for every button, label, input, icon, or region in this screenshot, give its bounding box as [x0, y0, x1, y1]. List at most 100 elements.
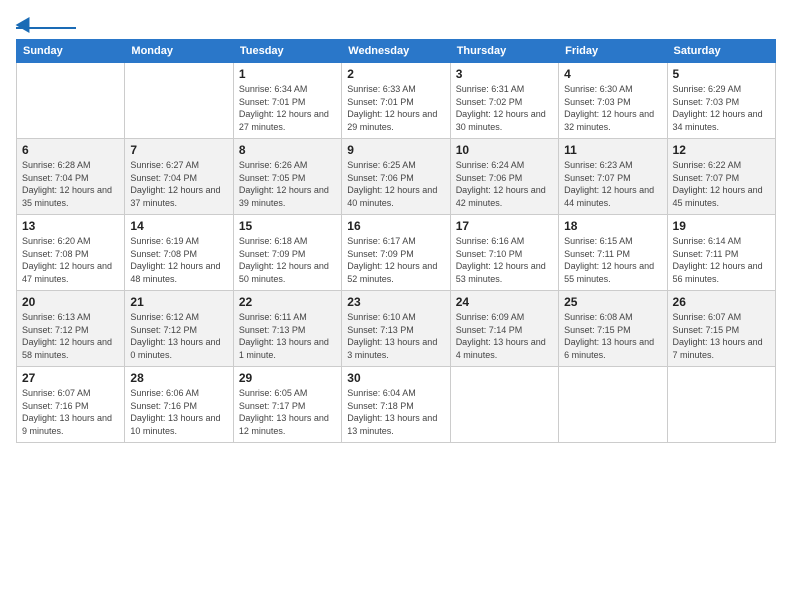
- logo-triangle-icon: [16, 13, 37, 33]
- day-info: Sunrise: 6:23 AMSunset: 7:07 PMDaylight:…: [564, 159, 661, 209]
- table-row: 8 Sunrise: 6:26 AMSunset: 7:05 PMDaylight…: [233, 139, 341, 215]
- header: [16, 16, 776, 29]
- table-row: 10 Sunrise: 6:24 AMSunset: 7:06 PMDayligh…: [450, 139, 558, 215]
- table-row: 5 Sunrise: 6:29 AMSunset: 7:03 PMDaylight…: [667, 63, 775, 139]
- day-info: Sunrise: 6:27 AMSunset: 7:04 PMDaylight:…: [130, 159, 227, 209]
- table-row: 7 Sunrise: 6:27 AMSunset: 7:04 PMDaylight…: [125, 139, 233, 215]
- table-row: 4 Sunrise: 6:30 AMSunset: 7:03 PMDaylight…: [559, 63, 667, 139]
- day-header-tuesday: Tuesday: [233, 40, 341, 63]
- day-info: Sunrise: 6:30 AMSunset: 7:03 PMDaylight:…: [564, 83, 661, 133]
- day-number: 5: [673, 67, 770, 81]
- day-number: 29: [239, 371, 336, 385]
- calendar-week-row: 27 Sunrise: 6:07 AMSunset: 7:16 PMDayligh…: [17, 367, 776, 443]
- table-row: 30 Sunrise: 6:04 AMSunset: 7:18 PMDayligh…: [342, 367, 450, 443]
- day-number: 23: [347, 295, 444, 309]
- table-row: 13 Sunrise: 6:20 AMSunset: 7:08 PMDayligh…: [17, 215, 125, 291]
- table-row: 19Sunrise: 6:14 AMSunset: 7:11 PMDayligh…: [667, 215, 775, 291]
- day-info: Sunrise: 6:28 AMSunset: 7:04 PMDaylight:…: [22, 159, 119, 209]
- day-info: Sunrise: 6:08 AMSunset: 7:15 PMDaylight:…: [564, 311, 661, 361]
- day-info: Sunrise: 6:20 AMSunset: 7:08 PMDaylight:…: [22, 235, 119, 285]
- day-info: Sunrise: 6:07 AMSunset: 7:16 PMDaylight:…: [22, 387, 119, 437]
- day-header-sunday: Sunday: [17, 40, 125, 63]
- table-row: 3Sunrise: 6:31 AMSunset: 7:02 PMDaylight…: [450, 63, 558, 139]
- day-info: Sunrise: 6:31 AMSunset: 7:02 PMDaylight:…: [456, 83, 553, 133]
- day-info: Sunrise: 6:06 AMSunset: 7:16 PMDaylight:…: [130, 387, 227, 437]
- day-number: 21: [130, 295, 227, 309]
- day-info: Sunrise: 6:04 AMSunset: 7:18 PMDaylight:…: [347, 387, 444, 437]
- day-info: Sunrise: 6:26 AMSunset: 7:05 PMDaylight:…: [239, 159, 336, 209]
- table-row: 21 Sunrise: 6:12 AMSunset: 7:12 PMDayligh…: [125, 291, 233, 367]
- logo: [16, 16, 76, 29]
- day-info: Sunrise: 6:25 AMSunset: 7:06 PMDaylight:…: [347, 159, 444, 209]
- table-row: 2 Sunrise: 6:33 AMSunset: 7:01 PMDaylight…: [342, 63, 450, 139]
- day-number: 16: [347, 219, 444, 233]
- table-row: 22Sunrise: 6:11 AMSunset: 7:13 PMDayligh…: [233, 291, 341, 367]
- day-number: 20: [22, 295, 119, 309]
- day-number: 15: [239, 219, 336, 233]
- day-number: 2: [347, 67, 444, 81]
- calendar-header-row: SundayMondayTuesdayWednesdayThursdayFrid…: [17, 40, 776, 63]
- table-row: 9 Sunrise: 6:25 AMSunset: 7:06 PMDaylight…: [342, 139, 450, 215]
- table-row: 16 Sunrise: 6:17 AMSunset: 7:09 PMDayligh…: [342, 215, 450, 291]
- day-number: 7: [130, 143, 227, 157]
- table-row: 1 Sunrise: 6:34 AMSunset: 7:01 PMDaylight…: [233, 63, 341, 139]
- day-info: Sunrise: 6:22 AMSunset: 7:07 PMDaylight:…: [673, 159, 770, 209]
- table-row: 11 Sunrise: 6:23 AMSunset: 7:07 PMDayligh…: [559, 139, 667, 215]
- day-number: 22: [239, 295, 336, 309]
- day-info: Sunrise: 6:15 AMSunset: 7:11 PMDaylight:…: [564, 235, 661, 285]
- day-number: 24: [456, 295, 553, 309]
- day-info: Sunrise: 6:12 AMSunset: 7:12 PMDaylight:…: [130, 311, 227, 361]
- day-number: 11: [564, 143, 661, 157]
- day-header-wednesday: Wednesday: [342, 40, 450, 63]
- day-number: 4: [564, 67, 661, 81]
- day-info: Sunrise: 6:09 AMSunset: 7:14 PMDaylight:…: [456, 311, 553, 361]
- table-row: [125, 63, 233, 139]
- day-info: Sunrise: 6:33 AMSunset: 7:01 PMDaylight:…: [347, 83, 444, 133]
- day-info: Sunrise: 6:29 AMSunset: 7:03 PMDaylight:…: [673, 83, 770, 133]
- table-row: 6 Sunrise: 6:28 AMSunset: 7:04 PMDaylight…: [17, 139, 125, 215]
- day-number: 27: [22, 371, 119, 385]
- day-header-saturday: Saturday: [667, 40, 775, 63]
- day-number: 10: [456, 143, 553, 157]
- table-row: 12 Sunrise: 6:22 AMSunset: 7:07 PMDayligh…: [667, 139, 775, 215]
- day-info: Sunrise: 6:13 AMSunset: 7:12 PMDaylight:…: [22, 311, 119, 361]
- table-row: 14Sunrise: 6:19 AMSunset: 7:08 PMDayligh…: [125, 215, 233, 291]
- table-row: 25 Sunrise: 6:08 AMSunset: 7:15 PMDayligh…: [559, 291, 667, 367]
- calendar-table: SundayMondayTuesdayWednesdayThursdayFrid…: [16, 39, 776, 443]
- day-number: 19: [673, 219, 770, 233]
- day-info: Sunrise: 6:17 AMSunset: 7:09 PMDaylight:…: [347, 235, 444, 285]
- table-row: 15Sunrise: 6:18 AMSunset: 7:09 PMDayligh…: [233, 215, 341, 291]
- calendar-week-row: 20 Sunrise: 6:13 AMSunset: 7:12 PMDayligh…: [17, 291, 776, 367]
- day-header-thursday: Thursday: [450, 40, 558, 63]
- day-info: Sunrise: 6:19 AMSunset: 7:08 PMDaylight:…: [130, 235, 227, 285]
- table-row: [559, 367, 667, 443]
- table-row: [17, 63, 125, 139]
- day-number: 9: [347, 143, 444, 157]
- day-number: 25: [564, 295, 661, 309]
- day-number: 1: [239, 67, 336, 81]
- day-info: Sunrise: 6:34 AMSunset: 7:01 PMDaylight:…: [239, 83, 336, 133]
- table-row: 28 Sunrise: 6:06 AMSunset: 7:16 PMDayligh…: [125, 367, 233, 443]
- calendar-week-row: 1 Sunrise: 6:34 AMSunset: 7:01 PMDaylight…: [17, 63, 776, 139]
- table-row: 18 Sunrise: 6:15 AMSunset: 7:11 PMDayligh…: [559, 215, 667, 291]
- table-row: 17 Sunrise: 6:16 AMSunset: 7:10 PMDayligh…: [450, 215, 558, 291]
- table-row: 27 Sunrise: 6:07 AMSunset: 7:16 PMDayligh…: [17, 367, 125, 443]
- table-row: 29Sunrise: 6:05 AMSunset: 7:17 PMDayligh…: [233, 367, 341, 443]
- day-number: 13: [22, 219, 119, 233]
- table-row: [667, 367, 775, 443]
- day-info: Sunrise: 6:24 AMSunset: 7:06 PMDaylight:…: [456, 159, 553, 209]
- day-number: 18: [564, 219, 661, 233]
- page: SundayMondayTuesdayWednesdayThursdayFrid…: [0, 0, 792, 612]
- day-info: Sunrise: 6:07 AMSunset: 7:15 PMDaylight:…: [673, 311, 770, 361]
- day-number: 12: [673, 143, 770, 157]
- table-row: [450, 367, 558, 443]
- day-number: 26: [673, 295, 770, 309]
- day-number: 17: [456, 219, 553, 233]
- day-info: Sunrise: 6:16 AMSunset: 7:10 PMDaylight:…: [456, 235, 553, 285]
- day-number: 28: [130, 371, 227, 385]
- table-row: 24 Sunrise: 6:09 AMSunset: 7:14 PMDayligh…: [450, 291, 558, 367]
- day-number: 30: [347, 371, 444, 385]
- day-number: 8: [239, 143, 336, 157]
- table-row: 23Sunrise: 6:10 AMSunset: 7:13 PMDayligh…: [342, 291, 450, 367]
- day-number: 6: [22, 143, 119, 157]
